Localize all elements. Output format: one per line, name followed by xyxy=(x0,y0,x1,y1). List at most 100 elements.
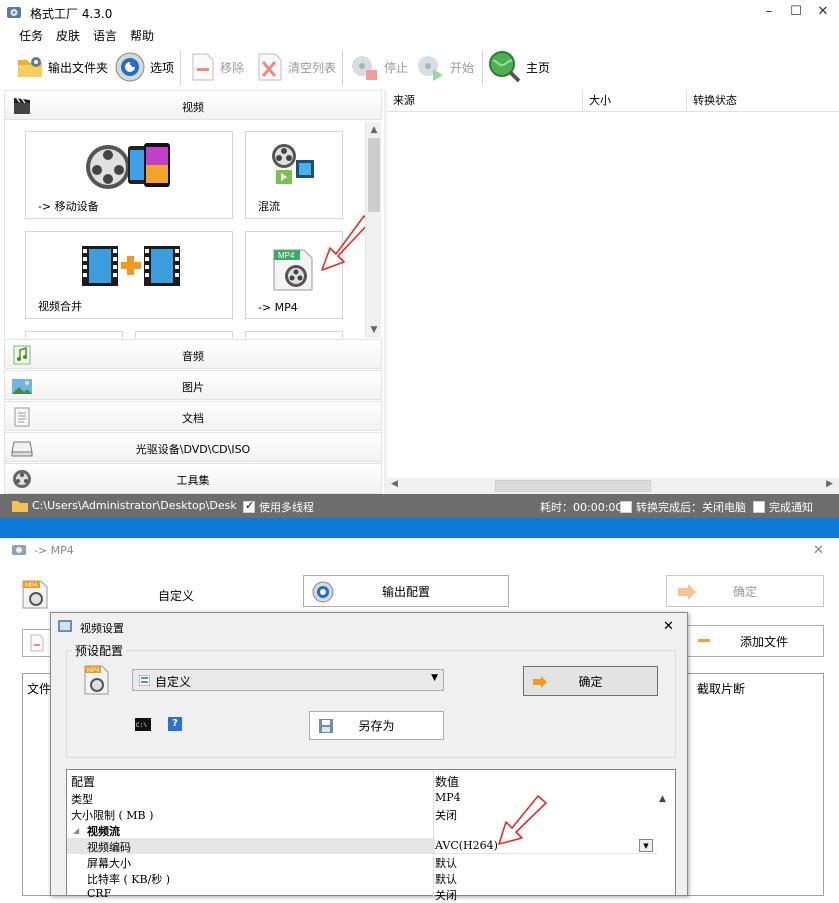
scroll-right-icon[interactable]: ▶ xyxy=(826,479,833,489)
notify-checkbox[interactable]: 完成通知 xyxy=(753,499,813,515)
custom-label: 自定义 xyxy=(158,589,195,603)
multithread-label: 使用多线程 xyxy=(259,501,314,514)
grid-row[interactable]: 比特率 ( KB/秒 ) 默认 xyxy=(67,870,667,886)
clear-list-button[interactable]: 清空列表 xyxy=(256,50,336,84)
tile-video-merge[interactable]: 视频合并 xyxy=(25,231,233,319)
remove-file-icon xyxy=(192,53,214,81)
start-button[interactable]: 开始 xyxy=(416,50,474,84)
file-list[interactable] xyxy=(22,673,52,896)
help-icon[interactable]: ? xyxy=(168,717,182,731)
after-done-label: 转换完成后：关闭电脑 xyxy=(636,501,746,514)
preset-select[interactable]: 自定义 ▼ xyxy=(132,669,444,691)
grid-row[interactable]: 类型 MP4 xyxy=(67,790,667,806)
tile-partial xyxy=(135,331,233,338)
svg-text:MP4: MP4 xyxy=(25,583,38,589)
remove-file-button[interactable] xyxy=(22,629,52,657)
toolbar-divider xyxy=(342,50,343,86)
start-label: 开始 xyxy=(450,60,475,75)
add-file-icon xyxy=(698,639,710,642)
after-done-checkbox[interactable]: 转换完成后：关闭电脑 xyxy=(620,499,746,515)
dialog-ok-button[interactable]: 确定 xyxy=(523,666,658,696)
home-label: 主页 xyxy=(526,60,551,75)
multithread-checkbox[interactable]: 使用多线程 xyxy=(243,499,314,515)
svg-text:MP4: MP4 xyxy=(278,251,295,260)
output-path[interactable]: C:\Users\Administrator\Desktop\Desk xyxy=(12,499,237,512)
category-optical-label: 光驱设备\DVD\CD\ISO xyxy=(135,443,251,456)
menu-language[interactable]: 语言 xyxy=(93,27,117,44)
category-optical[interactable]: 光驱设备\DVD\CD\ISO xyxy=(4,432,382,462)
category-document[interactable]: 文档 xyxy=(4,401,382,431)
category-document-label: 文档 xyxy=(182,412,204,425)
scrollbar-thumb[interactable] xyxy=(368,138,380,212)
col-source[interactable]: 来源 xyxy=(387,90,583,112)
dialog-close-button[interactable]: ✕ xyxy=(663,619,674,634)
tile-merge-label: 视频合并 xyxy=(38,300,82,313)
svg-text:MP4: MP4 xyxy=(87,668,100,674)
scroll-up-icon[interactable]: ▲ xyxy=(367,123,381,137)
gear-icon xyxy=(115,52,145,82)
close-button[interactable]: ✕ xyxy=(808,3,838,21)
options-label: 选项 xyxy=(150,60,175,75)
tile-mobile-label: -> 移动设备 xyxy=(38,200,99,213)
stop-label: 停止 xyxy=(384,60,409,75)
grid-section-video-stream[interactable]: ◢ 视频流 xyxy=(67,822,667,838)
col-status[interactable]: 转换状态 xyxy=(687,90,839,112)
format-factory-icon xyxy=(7,7,21,18)
notify-check[interactable] xyxy=(753,501,765,513)
add-file-button[interactable]: 添加文件 xyxy=(688,625,824,657)
task-list[interactable] xyxy=(387,112,839,478)
home-button[interactable]: 主页 xyxy=(488,50,550,84)
save-as-button[interactable]: 另存为 xyxy=(309,711,444,740)
output-folder-button[interactable]: 输出文件夹 xyxy=(16,50,108,84)
menu-help[interactable]: 帮助 xyxy=(130,27,154,44)
menu-skin[interactable]: 皮肤 xyxy=(56,27,80,44)
category-video[interactable]: 视频 xyxy=(4,90,382,120)
file-list-right[interactable] xyxy=(688,673,824,896)
col-size[interactable]: 大小 xyxy=(583,90,687,112)
grid-row[interactable]: 大小限制 ( MB ) 关闭 xyxy=(67,806,667,822)
window-title: 格式工厂 4.3.0 xyxy=(30,7,113,21)
preset-list-icon xyxy=(139,675,150,686)
output-config-button[interactable]: 输出配置 xyxy=(303,575,509,607)
mp4-ok-button[interactable]: 确定 xyxy=(666,575,824,607)
command-line-icon[interactable]: C:\ xyxy=(135,718,151,731)
scroll-left-icon[interactable]: ◀ xyxy=(391,479,398,489)
tiles-scrollbar[interactable]: ▲ ▼ xyxy=(365,122,381,338)
grid-row-selected[interactable]: 视频编码 AVC(H264) ▼ xyxy=(67,838,657,854)
tile-partial xyxy=(25,331,123,338)
options-button[interactable]: 选项 xyxy=(114,50,174,84)
add-file-label: 添加文件 xyxy=(740,634,789,649)
remove-file-icon xyxy=(30,634,44,652)
chevron-down-icon[interactable]: ▼ xyxy=(639,839,653,852)
category-audio[interactable]: 音频 xyxy=(4,339,382,369)
minimize-button[interactable]: – xyxy=(754,3,784,21)
grid-row[interactable]: CRF 关闭 xyxy=(67,886,667,902)
grid-scroll-up-icon[interactable]: ▲ xyxy=(659,794,666,804)
after-done-check[interactable] xyxy=(620,501,632,513)
tile-mux[interactable]: 混流 xyxy=(245,131,343,219)
mux-icon xyxy=(272,144,314,184)
hscroll-thumb[interactable] xyxy=(495,480,651,492)
col-file[interactable]: 文件 xyxy=(27,680,51,697)
gear-icon xyxy=(312,581,334,603)
tile-mp4-label: -> MP4 xyxy=(258,301,298,314)
multithread-check[interactable] xyxy=(243,499,255,513)
col-clip[interactable]: 截取片断 xyxy=(697,680,745,697)
maximize-button[interactable]: ☐ xyxy=(781,3,811,21)
mp4-close-button[interactable]: ✕ xyxy=(813,543,824,558)
property-grid[interactable]: 配置 数值 类型 MP4 大小限制 ( MB ) 关闭 ◢ 视频流 视频编码 A… xyxy=(66,769,676,902)
grid-column-divider xyxy=(433,770,434,896)
stop-button[interactable]: 停止 xyxy=(350,50,408,84)
category-tools[interactable]: 工具集 xyxy=(4,463,382,494)
menu-task[interactable]: 任务 xyxy=(19,27,43,44)
dialog-title: 视频设置 xyxy=(80,622,124,635)
output-path-text: C:\Users\Administrator\Desktop\Desk xyxy=(32,499,237,512)
task-list-hscrollbar[interactable]: ◀ ▶ xyxy=(387,478,839,494)
remove-button[interactable]: 移除 xyxy=(190,50,244,84)
tile-mobile-device[interactable]: -> 移动设备 xyxy=(25,131,233,219)
clear-list-icon xyxy=(258,53,282,81)
scroll-down-icon[interactable]: ▼ xyxy=(367,323,381,337)
category-image[interactable]: 图片 xyxy=(4,370,382,400)
collapse-icon[interactable]: ◢ xyxy=(73,825,79,835)
grid-row[interactable]: 屏幕大小 默认 xyxy=(67,854,667,870)
